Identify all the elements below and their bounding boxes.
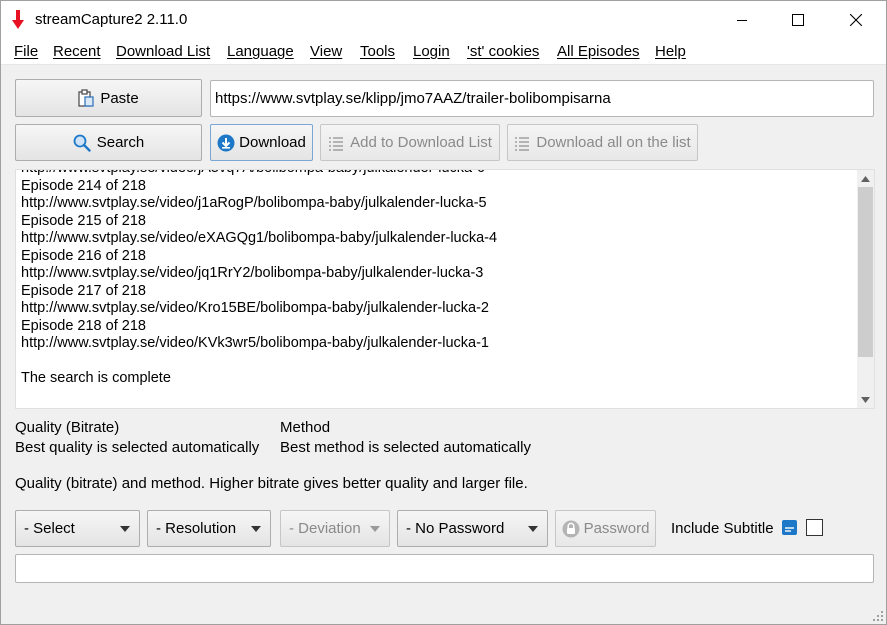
- chevron-down-icon: [251, 526, 261, 532]
- search-label: Search: [96, 134, 145, 151]
- download-label: Download: [239, 134, 306, 151]
- scroll-down-arrow-icon[interactable]: [857, 391, 874, 408]
- password-select[interactable]: - No Password: [397, 510, 548, 547]
- password-button[interactable]: Password: [555, 510, 656, 547]
- quality-value: Best quality is selected automatically: [15, 439, 260, 456]
- output-lines: http://www.svtplay.se/video/jA5vq7A/boli…: [21, 170, 851, 388]
- minimize-button[interactable]: [719, 1, 765, 39]
- menu-download-list[interactable]: Download List: [116, 43, 210, 60]
- app-window: streamCapture2 2.11.0 File Recent Downlo…: [0, 0, 887, 625]
- output-line: Episode 214 of 218: [21, 177, 146, 194]
- close-icon: [850, 14, 862, 26]
- download-button[interactable]: Download: [210, 124, 313, 161]
- resolution-select-value: - Resolution: [156, 520, 237, 537]
- add-to-download-list-label: Add to Download List: [350, 134, 492, 151]
- scroll-up-arrow-icon[interactable]: [857, 170, 874, 187]
- window-title: streamCapture2 2.11.0: [35, 11, 188, 28]
- output-line: http://www.svtplay.se/video/KVk3wr5/boli…: [21, 335, 489, 351]
- menu-all-episodes[interactable]: All Episodes: [557, 43, 640, 60]
- quality-method-hint: Quality (bitrate) and method. Higher bit…: [15, 475, 528, 492]
- download-all-label: Download all on the list: [536, 134, 691, 151]
- output-line: Episode 216 of 218: [21, 247, 146, 264]
- download-arrow-icon: [12, 10, 24, 29]
- status-field: [15, 554, 874, 583]
- resize-grip-icon[interactable]: [873, 611, 883, 621]
- minimize-icon: [737, 20, 747, 21]
- output-line: Episode 218 of 218: [21, 317, 146, 334]
- paste-button[interactable]: Paste: [15, 79, 202, 117]
- close-button[interactable]: [833, 1, 879, 39]
- search-icon: [73, 134, 91, 152]
- include-subtitle-label: Include Subtitle: [671, 520, 774, 537]
- menu-login[interactable]: Login: [413, 43, 450, 60]
- menu-help[interactable]: Help: [655, 43, 686, 60]
- password-select-value: - No Password: [406, 520, 505, 537]
- quality-heading: Quality (Bitrate): [15, 419, 120, 436]
- method-heading: Method: [280, 419, 331, 436]
- output-line: Episode 217 of 218: [21, 282, 146, 299]
- output-line: Episode 215 of 218: [21, 212, 146, 229]
- list-icon: [515, 136, 530, 151]
- download-all-button[interactable]: Download all on the list: [507, 124, 698, 161]
- menu-st-cookies[interactable]: 'st' cookies: [467, 43, 539, 60]
- paste-label: Paste: [100, 89, 139, 107]
- maximize-button[interactable]: [775, 1, 821, 39]
- deviation-select-value: - Deviation: [289, 520, 361, 537]
- resolution-select[interactable]: - Resolution: [147, 510, 271, 547]
- chevron-down-icon: [528, 526, 538, 532]
- menu-recent[interactable]: Recent: [53, 43, 101, 60]
- quality-select-value: - Select: [24, 520, 75, 537]
- output-line: http://www.svtplay.se/video/Kro15BE/boli…: [21, 300, 490, 316]
- output-log[interactable]: http://www.svtplay.se/video/jA5vq7A/boli…: [15, 169, 875, 409]
- method-value: Best method is selected automatically: [280, 439, 531, 456]
- output-line: http://www.svtplay.se/video/jq1RrY2/boli…: [21, 265, 484, 281]
- lock-icon: [562, 520, 580, 537]
- output-line: http://www.svtplay.se/video/j1aRogP/boli…: [21, 195, 487, 211]
- scroll-thumb[interactable]: [858, 187, 873, 357]
- maximize-icon: [792, 14, 804, 26]
- menu-tools[interactable]: Tools: [360, 43, 395, 60]
- chevron-down-icon: [120, 526, 130, 532]
- deviation-select[interactable]: - Deviation: [280, 510, 390, 547]
- url-input[interactable]: https://www.svtplay.se/klipp/jmo7AAZ/tra…: [210, 80, 874, 117]
- include-subtitle-checkbox[interactable]: [806, 519, 823, 536]
- vertical-scrollbar[interactable]: [857, 170, 874, 408]
- password-button-label: Password: [583, 520, 650, 537]
- add-to-download-list-button[interactable]: Add to Download List: [320, 124, 500, 161]
- output-line: http://www.svtplay.se/video/eXAGQg1/boli…: [21, 230, 498, 246]
- paste-icon: [78, 89, 94, 107]
- list-add-icon: [329, 136, 344, 151]
- search-button[interactable]: Search: [15, 124, 202, 161]
- menu-file[interactable]: File: [14, 43, 38, 60]
- output-line: The search is complete: [21, 370, 171, 386]
- output-line: http://www.svtplay.se/video/jA5vq7A/boli…: [21, 170, 851, 178]
- menu-view[interactable]: View: [310, 43, 342, 60]
- menu-bar: File Recent Download List Language View …: [1, 39, 886, 65]
- title-bar: streamCapture2 2.11.0: [1, 1, 886, 39]
- download-icon: [217, 134, 235, 151]
- subtitle-icon: [782, 520, 797, 535]
- quality-select[interactable]: - Select: [15, 510, 140, 547]
- chevron-down-icon: [370, 526, 380, 532]
- menu-language[interactable]: Language: [227, 43, 294, 60]
